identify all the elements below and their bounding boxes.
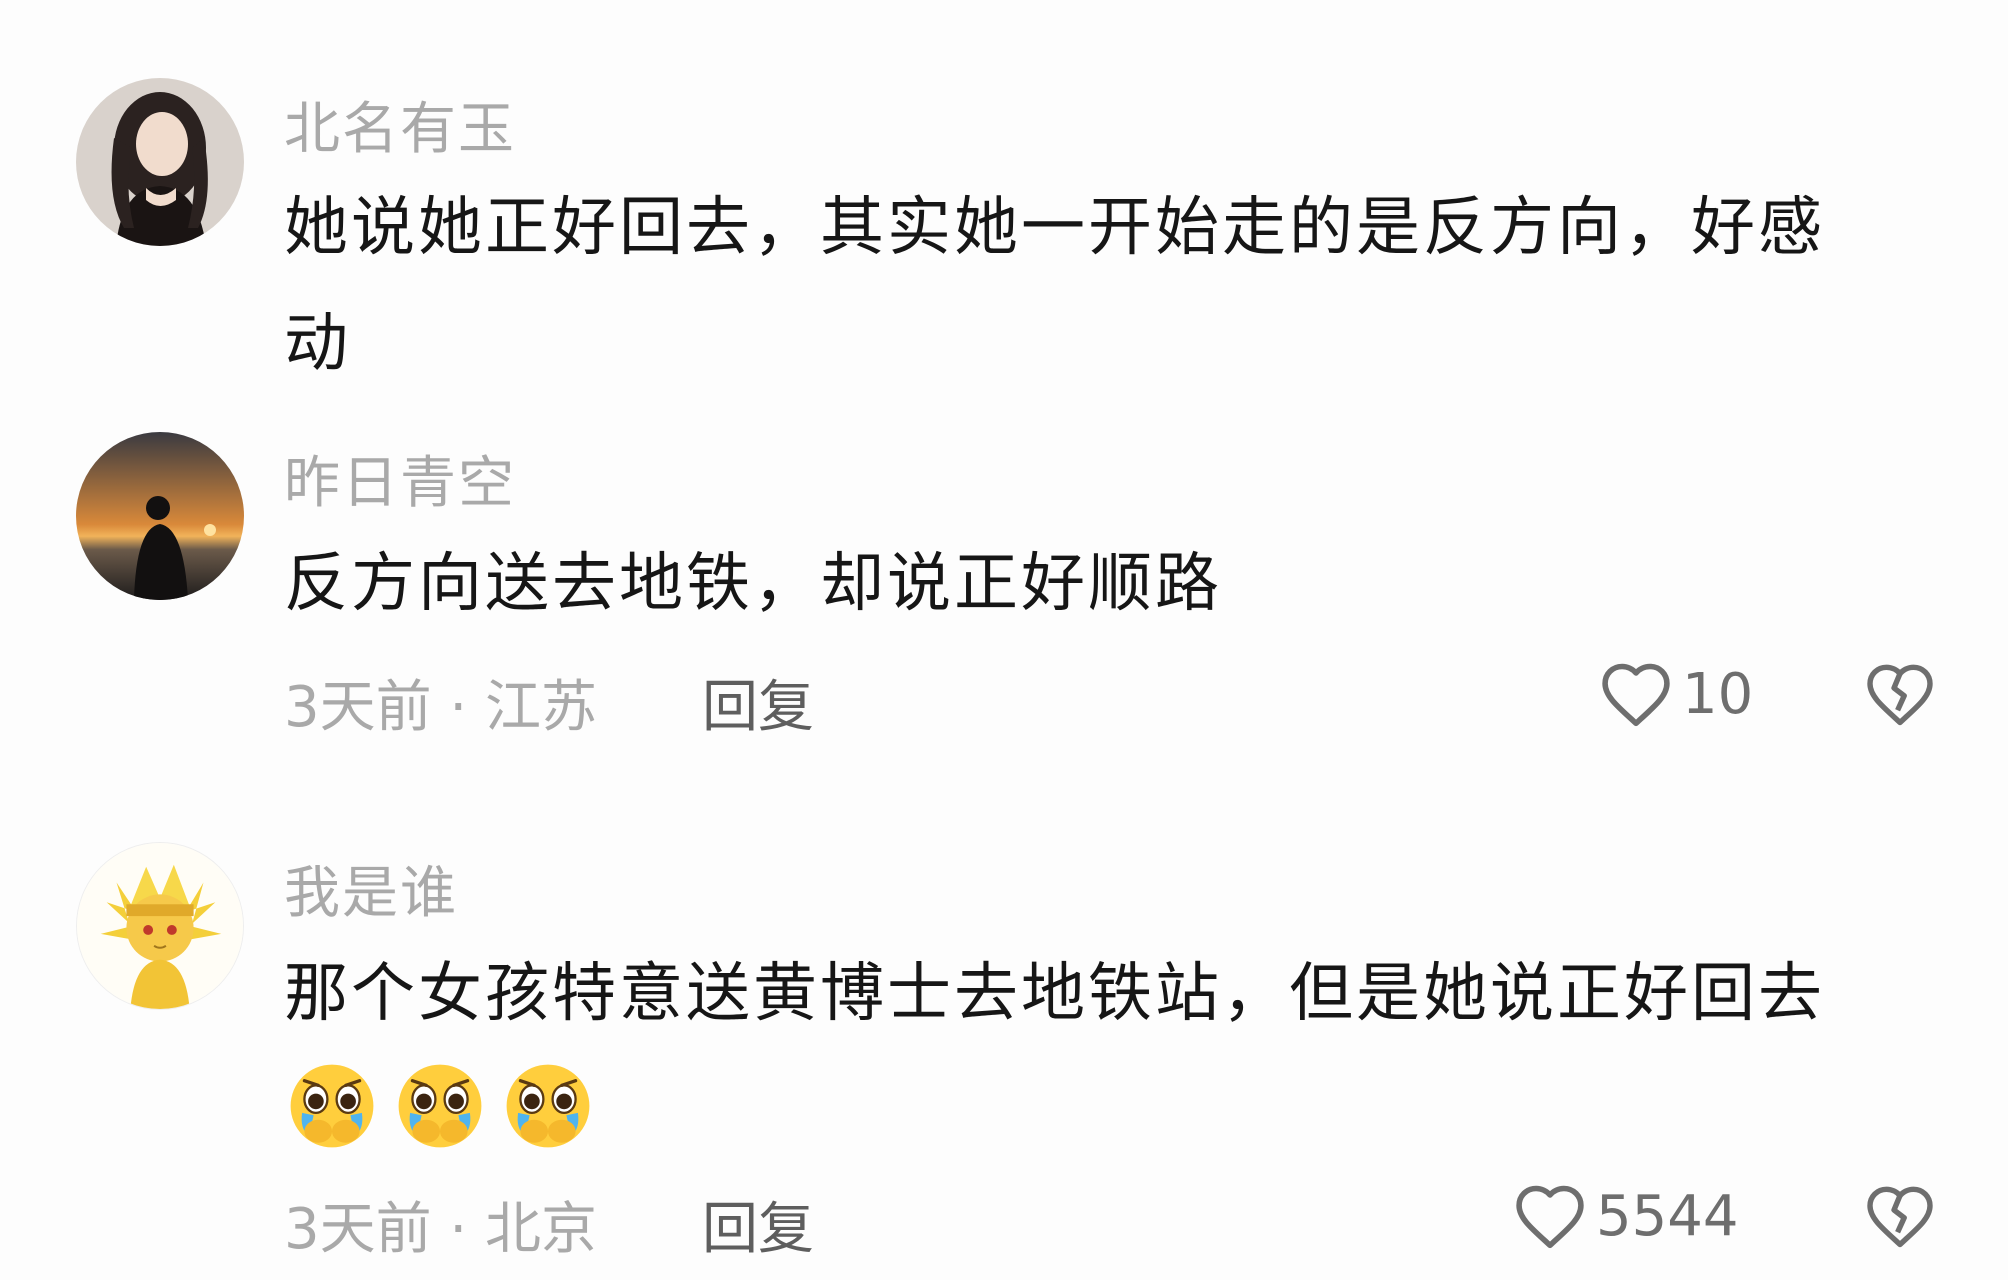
comment-text-line: 动 bbox=[284, 307, 351, 381]
like-button[interactable]: 5544 bbox=[1512, 1182, 1739, 1250]
comment-meta: 3天前 · 江苏 bbox=[284, 675, 598, 740]
username[interactable]: 昨日青空 bbox=[284, 438, 516, 519]
pleading-crying-emoji bbox=[398, 1064, 482, 1148]
heart-outline-icon bbox=[1516, 1185, 1584, 1249]
comment-text: 那个女孩特意送黄博士去地铁站，但是她说正好回去 bbox=[284, 957, 1825, 1031]
broken-heart-icon[interactable] bbox=[1864, 1182, 1936, 1250]
comment-text: 反方向送去地铁，却说正好顺路 bbox=[284, 547, 1222, 621]
reply-button[interactable]: 回复 bbox=[702, 1184, 814, 1265]
username[interactable]: 北名有玉 bbox=[284, 84, 516, 165]
like-count: 5544 bbox=[1596, 1183, 1739, 1249]
emoji-row bbox=[286, 1060, 594, 1152]
comment-text: 她说她正好回去，其实她一开始走的是反方向，好感 动 bbox=[284, 170, 1924, 402]
reply-button[interactable]: 回复 bbox=[702, 662, 814, 743]
pleading-crying-emoji bbox=[506, 1064, 590, 1148]
username[interactable]: 我是谁 bbox=[284, 848, 458, 929]
broken-heart-icon[interactable] bbox=[1864, 660, 1936, 728]
avatar[interactable] bbox=[76, 432, 244, 600]
heart-outline-icon bbox=[1602, 663, 1670, 727]
avatar[interactable] bbox=[76, 842, 244, 1010]
like-count: 10 bbox=[1682, 661, 1754, 727]
pleading-crying-emoji bbox=[290, 1064, 374, 1148]
like-button[interactable]: 10 bbox=[1598, 660, 1753, 728]
avatar[interactable] bbox=[76, 78, 244, 246]
comment-text-line: 她说她正好回去，其实她一开始走的是反方向，好感 bbox=[284, 191, 1825, 265]
comment-meta: 3天前 · 北京 bbox=[284, 1197, 598, 1262]
